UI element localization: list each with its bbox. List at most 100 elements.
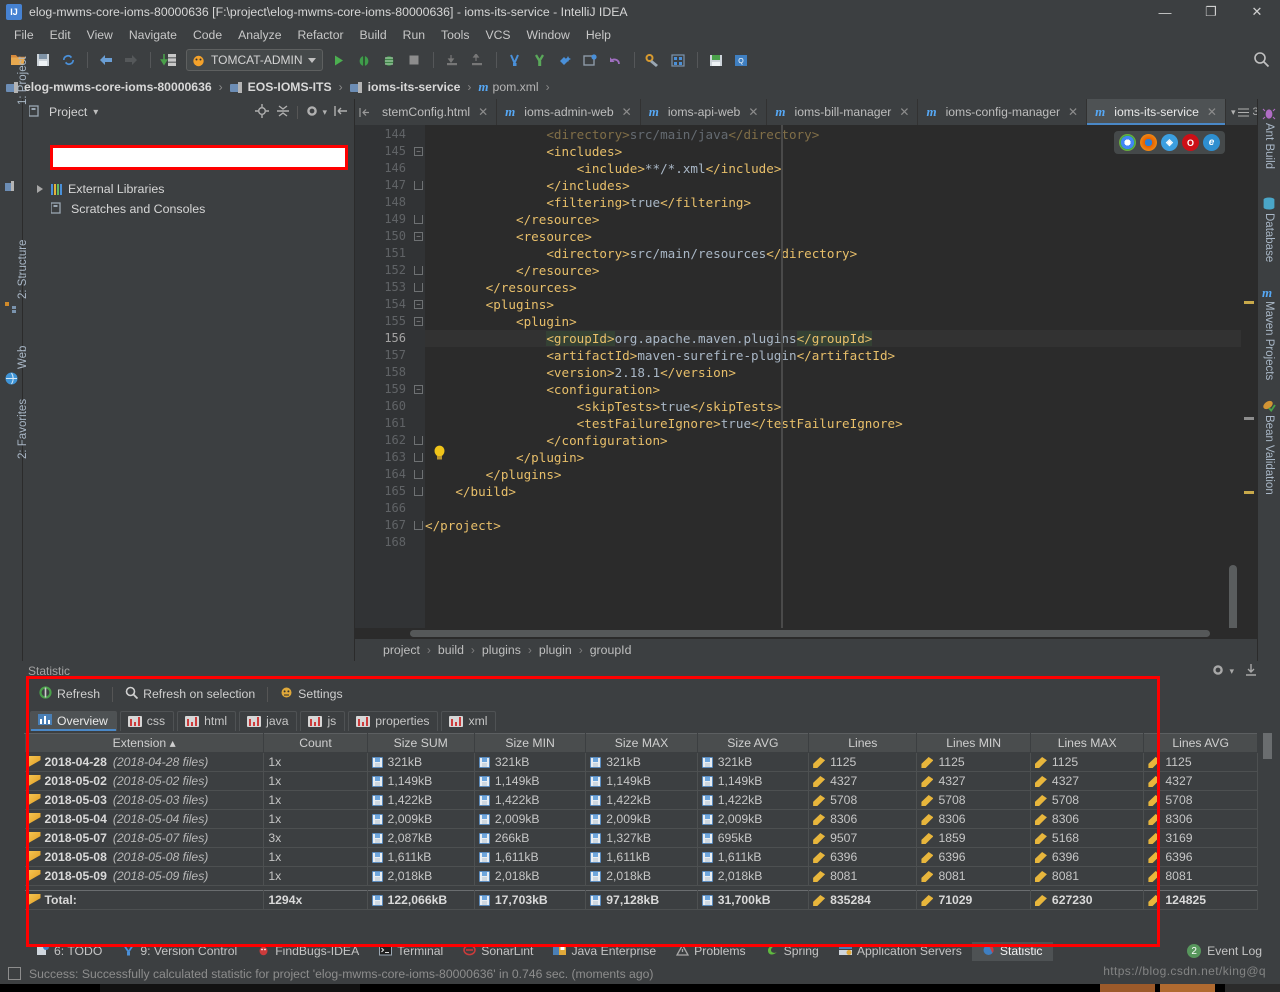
table-column-header[interactable]: Lines <box>809 734 917 753</box>
sync-icon[interactable] <box>56 48 80 72</box>
code-line[interactable]: <configuration> <box>425 381 1257 398</box>
project-search-field[interactable] <box>53 148 345 167</box>
chrome-icon[interactable] <box>1119 134 1136 151</box>
code-line[interactable]: <resource> <box>425 228 1257 245</box>
gear-icon[interactable] <box>1211 663 1225 680</box>
debug-icon[interactable] <box>352 48 376 72</box>
breadcrumb-plugin[interactable]: plugin <box>539 643 572 657</box>
menu-edit[interactable]: Edit <box>42 26 79 44</box>
code-folding-gutter[interactable]: − − −−− <box>413 125 425 628</box>
fold-marker[interactable] <box>413 517 425 534</box>
code-line[interactable]: <plugin> <box>425 313 1257 330</box>
sidebar-item-database[interactable]: Database <box>1263 213 1275 262</box>
table-row[interactable]: 2018-05-09(2018-05-09 files)1x2,018kB2,0… <box>25 867 1258 886</box>
fold-marker[interactable] <box>413 177 425 194</box>
fold-marker[interactable]: − <box>413 143 425 160</box>
table-vertical-scrollbar[interactable] <box>1262 731 1273 917</box>
menu-view[interactable]: View <box>79 26 121 44</box>
editor-tab-ioms-config-manager[interactable]: m ioms-config-manager ✕ <box>918 99 1087 125</box>
gear-chevron-icon[interactable]: ▾ <box>1229 666 1234 677</box>
fold-marker[interactable]: − <box>413 313 425 330</box>
code-line[interactable]: </plugins> <box>425 466 1257 483</box>
code-line[interactable]: <artifactId>maven-surefire-plugin</artif… <box>425 347 1257 364</box>
table-row[interactable]: 2018-05-02(2018-05-02 files)1x1,149kB1,1… <box>25 772 1258 791</box>
intention-bulb-icon[interactable] <box>433 445 446 464</box>
close-icon[interactable]: ✕ <box>1207 105 1217 119</box>
collapse-all-icon[interactable] <box>276 104 290 121</box>
table-row[interactable]: 2018-05-04(2018-05-04 files)1x2,009kB2,0… <box>25 810 1258 829</box>
fold-marker[interactable] <box>413 160 425 177</box>
table-column-header[interactable]: Size MAX <box>586 734 697 753</box>
settings-icon[interactable] <box>641 48 665 72</box>
navbar-crumb-project[interactable]: elog-mwms-core-ioms-80000636 <box>6 80 215 94</box>
code-line[interactable]: </resources> <box>425 279 1257 296</box>
warning-marker-2[interactable] <box>1244 491 1254 494</box>
close-button[interactable]: ✕ <box>1234 0 1280 24</box>
menu-navigate[interactable]: Navigate <box>121 26 185 44</box>
fold-marker[interactable] <box>413 279 425 296</box>
update-project-icon[interactable] <box>157 48 181 72</box>
bottom-item-version-control[interactable]: 9: Version Control <box>112 942 247 961</box>
table-total-row[interactable]: Total:1294x122,066kB17,703kB97,128kB31,7… <box>25 891 1258 910</box>
tab-java[interactable]: java <box>239 711 297 731</box>
code-editor[interactable]: 1441451461471481491501511521531541551561… <box>355 125 1257 628</box>
hide-icon[interactable] <box>334 104 348 121</box>
tab-js[interactable]: js <box>300 711 345 731</box>
status-indicator-icon[interactable] <box>8 967 21 980</box>
close-icon[interactable]: ✕ <box>478 105 488 119</box>
code-line[interactable]: <skipTests>true</skipTests> <box>425 398 1257 415</box>
bottom-item-statistic[interactable]: Statistic <box>972 942 1053 961</box>
editor-tab-ioms-its-service[interactable]: m ioms-its-service ✕ <box>1087 99 1226 125</box>
menu-refactor[interactable]: Refactor <box>289 26 351 44</box>
tabs-scroll-left-icon[interactable] <box>355 99 374 125</box>
menu-help[interactable]: Help <box>578 26 619 44</box>
table-column-header[interactable]: Size AVG <box>697 734 808 753</box>
edge-icon[interactable]: e <box>1203 134 1220 151</box>
fold-marker[interactable] <box>413 534 425 551</box>
vcs-push-icon[interactable] <box>553 48 577 72</box>
back-arrow-icon[interactable] <box>94 48 118 72</box>
table-row[interactable]: 2018-05-08(2018-05-08 files)1x1,611kB1,6… <box>25 848 1258 867</box>
code-line[interactable]: <plugins> <box>425 296 1257 313</box>
gear-icon[interactable] <box>305 104 319 121</box>
stop-icon[interactable] <box>402 48 426 72</box>
tab-html[interactable]: html <box>177 711 236 731</box>
code-line[interactable]: <groupId>org.apache.maven.plugins</group… <box>425 330 1257 347</box>
safari-icon[interactable]: ◈ <box>1161 134 1178 151</box>
maximize-button[interactable]: ❐ <box>1188 0 1234 24</box>
editor-tabs-overflow[interactable]: ▾ 3 <box>1226 99 1257 125</box>
menu-run[interactable]: Run <box>395 26 433 44</box>
fold-marker[interactable] <box>413 211 425 228</box>
opera-icon[interactable]: O <box>1182 134 1199 151</box>
bottom-item-sonarlint[interactable]: SonarLint <box>453 942 543 961</box>
firefox-icon[interactable] <box>1140 134 1157 151</box>
tree-node-scratches-and-consoles[interactable]: Scratches and Consoles <box>23 199 354 219</box>
navbar-crumb-ioms-its-service[interactable]: ioms-its-service <box>350 80 464 94</box>
minimize-button[interactable]: — <box>1142 0 1188 24</box>
sidebar-item-project[interactable]: 1: Project <box>17 56 29 105</box>
menu-file[interactable]: File <box>6 26 42 44</box>
code-line[interactable]: </project> <box>425 517 1257 534</box>
code-line[interactable]: <version>2.18.1</version> <box>425 364 1257 381</box>
table-column-header[interactable]: Size SUM <box>367 734 474 753</box>
editor-vertical-scrollbar[interactable] <box>1227 125 1239 628</box>
tab-css[interactable]: css <box>120 711 174 731</box>
refresh-on-selection-button[interactable]: Refresh on selection <box>116 684 264 704</box>
editor-horizontal-scrollbar[interactable] <box>355 628 1257 639</box>
fold-marker[interactable]: − <box>413 381 425 398</box>
refresh-button[interactable]: Refresh <box>30 684 109 704</box>
run-coverage-icon[interactable] <box>377 48 401 72</box>
editor-tab-ioms-admin-web[interactable]: m ioms-admin-web ✕ <box>497 99 641 125</box>
close-icon[interactable]: ✕ <box>748 105 758 119</box>
navbar-crumb-eos-ioms-its[interactable]: EOS-IOMS-ITS <box>230 80 335 94</box>
fold-marker[interactable] <box>413 500 425 517</box>
bottom-item-spring[interactable]: Spring <box>756 942 829 961</box>
code-line[interactable]: </build> <box>425 483 1257 500</box>
project-search-input[interactable] <box>50 145 348 170</box>
chevron-right-icon[interactable] <box>37 185 43 193</box>
chevron-down-icon[interactable] <box>308 58 316 63</box>
bottom-item-problems[interactable]: Problems <box>666 942 755 961</box>
breadcrumb-groupid[interactable]: groupId <box>590 643 632 657</box>
change-marker[interactable] <box>1244 417 1254 420</box>
forward-arrow-icon[interactable] <box>119 48 143 72</box>
